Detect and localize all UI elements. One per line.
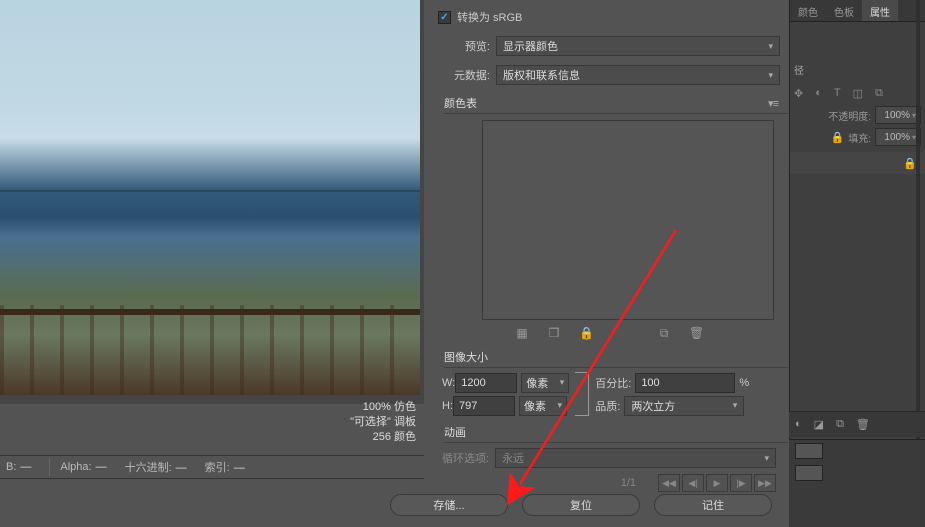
move-tool-icon[interactable]: ✥ (794, 87, 803, 100)
fill-label: 填充: (848, 130, 871, 145)
alpha-label: Alpha: (60, 461, 91, 473)
new-group-icon[interactable]: ⧉ (836, 418, 844, 431)
tab-properties[interactable]: 属性 (862, 0, 898, 21)
remember-button[interactable]: 记住 (654, 494, 772, 516)
percent-input[interactable]: 100 (635, 373, 735, 393)
crop-icon[interactable]: ◫ (853, 87, 863, 100)
width-input[interactable]: 1200 (455, 373, 517, 393)
lock-icon[interactable]: 🔒 (579, 326, 593, 341)
export-options-pane: ✓ 转换为 sRGB 预览: 显示器颜色 ▾ 元数据: 版权和联系信息 ▾ 颜色… (430, 0, 788, 490)
preview-select-value: 显示器颜色 (503, 38, 558, 54)
width-label: W: (442, 377, 455, 389)
colors-info: 256 颜色 (373, 430, 416, 445)
swatches-icon[interactable]: ▦ (515, 326, 529, 341)
trash-icon[interactable]: 🗑 (689, 326, 703, 341)
layer-thumb[interactable] (795, 465, 823, 481)
fx-icon[interactable]: ◐ (795, 418, 802, 431)
layer-lock-icon[interactable]: 🔒 (903, 157, 917, 170)
percent-sign: % (739, 377, 749, 389)
type-icon[interactable]: T (834, 87, 841, 100)
quality-label: 品质: (595, 398, 620, 414)
chevron-down-icon: ▾ (768, 70, 773, 81)
frame-counter: 1/1 (621, 477, 636, 489)
quality-select[interactable]: 两次立方▾ (624, 396, 744, 416)
first-frame-button[interactable]: ◀◀ (658, 474, 680, 492)
animation-title: 动画 (444, 424, 466, 440)
mini-layers-panel (789, 439, 925, 527)
image-preview-pane: 100% 仿色 "可选择" 调板 256 颜色 (0, 0, 424, 404)
layer-thumb[interactable] (795, 443, 823, 459)
tab-swatches[interactable]: 色板 (826, 0, 862, 21)
prev-frame-button[interactable]: ◀| (682, 474, 704, 492)
copy-icon[interactable]: ⧉ (875, 87, 883, 100)
new-swatch-icon[interactable]: ⧉ (657, 326, 671, 341)
color-status-bar: B: — Alpha: — 十六进制: — 索引: — (0, 455, 424, 479)
dither-info: 100% 仿色 (363, 400, 416, 415)
fill-input[interactable]: 100%▾ (875, 128, 921, 146)
preview-image (0, 0, 420, 395)
opacity-input[interactable]: 100%▾ (875, 106, 921, 124)
convert-srgb-label: 转换为 sRGB (457, 9, 522, 25)
height-unit-select[interactable]: 像素▾ (519, 396, 567, 416)
b-value: — (20, 461, 31, 473)
chevron-down-icon: ▾ (768, 41, 773, 52)
index-label: 索引: (205, 462, 230, 474)
play-button[interactable]: ▶ (706, 474, 728, 492)
link-dimensions-icon[interactable] (575, 372, 589, 416)
mask-icon[interactable]: ◪ (814, 418, 824, 431)
color-table-title: 颜色表 (444, 95, 477, 111)
palette-info: "可选择" 调板 (350, 415, 416, 430)
last-frame-button[interactable]: ▶▶ (754, 474, 776, 492)
path-hint: 径 (794, 66, 804, 77)
loop-label: 循环选项: (442, 450, 489, 466)
cube-icon[interactable]: ❒ (547, 326, 561, 341)
image-size-title: 图像大小 (444, 349, 488, 365)
metadata-select[interactable]: 版权和联系信息 ▾ (496, 65, 780, 85)
lock-small-icon[interactable]: 🔒 (831, 131, 845, 144)
height-input[interactable]: 797 (453, 396, 515, 416)
width-unit-select[interactable]: 像素▾ (521, 373, 569, 393)
height-label: H: (442, 400, 453, 412)
preview-label: 预览: (438, 38, 490, 54)
percent-label: 百分比: (595, 375, 631, 391)
opacity-label: 不透明度: (828, 108, 871, 123)
color-table (482, 120, 774, 320)
metadata-select-value: 版权和联系信息 (503, 67, 580, 83)
tab-color[interactable]: 颜色 (790, 0, 826, 21)
hex-value: — (176, 462, 187, 474)
panel-menu-icon[interactable]: ▾≡ (768, 97, 778, 110)
index-value: — (234, 462, 245, 474)
next-frame-button[interactable]: |▶ (730, 474, 752, 492)
trash-layer-icon[interactable]: 🗑 (856, 418, 870, 431)
reset-button[interactable]: 复位 (522, 494, 640, 516)
save-button[interactable]: 存储... (390, 494, 508, 516)
convert-srgb-checkbox[interactable]: ✓ (438, 11, 451, 24)
metadata-label: 元数据: (438, 67, 490, 83)
alpha-value: — (96, 461, 107, 473)
b-label: B: (6, 461, 16, 473)
preview-select[interactable]: 显示器颜色 ▾ (496, 36, 780, 56)
blend-icon[interactable]: ◐ (815, 87, 822, 100)
loop-select: 永远▾ (495, 448, 776, 468)
hex-label: 十六进制: (125, 462, 172, 474)
